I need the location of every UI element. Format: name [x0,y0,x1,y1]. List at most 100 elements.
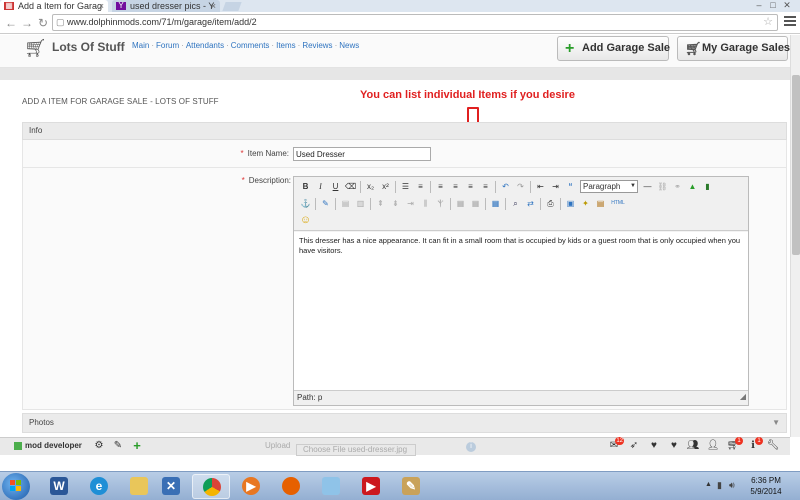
emoticon-icon[interactable]: ☺ [299,214,312,227]
volume-icon[interactable]: 🔊︎ [729,480,735,491]
merge-cells-icon[interactable]: ▦ [469,197,482,210]
replace-icon[interactable]: ⇄ [524,197,537,210]
unlink-icon[interactable]: ⚭ [671,180,684,193]
item-name-input[interactable] [293,147,431,161]
underline-icon[interactable]: U [329,180,342,193]
clock-date[interactable]: 5/9/2014 [740,487,792,496]
html-icon[interactable]: HTML [609,197,627,210]
new-tab-button[interactable] [222,2,242,11]
insert-row-before-icon[interactable]: ⇞ [374,197,387,210]
table-icon[interactable]: ▤ [339,197,352,210]
nav-comments[interactable]: Comments [231,41,270,50]
friends-icon[interactable]: 👥︎ [686,439,700,453]
delete-col-icon[interactable]: Ⲯ [434,197,447,210]
tab-close-icon[interactable]: × [99,0,104,12]
nav-news[interactable]: News [339,41,359,50]
align-left-icon[interactable]: ≡ [434,180,447,193]
undo-icon[interactable]: ↶ [499,180,512,193]
blockquote-icon[interactable]: “ [564,180,577,193]
format-select[interactable]: Paragraph ▼ [580,180,638,193]
reload-icon[interactable]: ↻ [36,16,50,30]
nav-attendants[interactable]: Attendants [186,41,224,50]
user-name[interactable]: mod developer [25,441,82,450]
bold-icon[interactable]: B [299,180,312,193]
insert-col-icon[interactable]: ⫼ [419,197,432,210]
numbered-list-icon[interactable]: ≡ [414,180,427,193]
scrollbar-thumb[interactable] [792,75,800,255]
start-button[interactable] [2,473,30,500]
minimize-icon[interactable]: – [752,0,766,10]
mail-icon[interactable]: ✉ 12 [607,437,624,453]
file-chooser[interactable]: Choose File used-dresser.jpg [296,444,416,456]
outdent-icon[interactable]: ⇤ [534,180,547,193]
tab-close-icon[interactable]: × [211,0,216,12]
print-icon[interactable]: ⎙ [544,197,557,210]
browser-tab[interactable]: Y used dresser pics - Y × [112,0,220,12]
browser-menu-icon[interactable] [784,16,796,28]
browser-tab-active[interactable]: ▦ Add a Item for Garag × [0,0,108,12]
taskbar-paint[interactable]: ✎ [392,474,430,499]
taskbar-firefox[interactable] [272,474,310,499]
add-icon[interactable]: + [130,439,144,453]
info-section-header[interactable]: Info [22,122,787,140]
align-justify-icon[interactable]: ≡ [479,180,492,193]
forward-arrow-icon[interactable]: → [20,16,34,30]
cart-icon[interactable]: 🛒︎ 1 [726,437,743,453]
tray-expand-icon[interactable]: ▲ [705,481,712,488]
insert-row-after-icon[interactable]: ⇟ [389,197,402,210]
media-icon[interactable]: ▮ [701,180,714,193]
align-center-icon[interactable]: ≡ [449,180,462,193]
bookmark-star-icon[interactable]: ☆ [763,15,773,30]
photos-section-header[interactable]: Photos ▼ [22,413,787,433]
description-editor-body[interactable]: This dresser has a nice appearance. It c… [294,232,748,390]
heart-icon[interactable]: ♥ [647,439,661,453]
heart-icon[interactable]: ♥ [667,439,681,453]
italic-icon[interactable]: I [314,180,327,193]
table-props-icon[interactable]: ▥ [354,197,367,210]
back-arrow-icon[interactable]: ← [4,16,18,30]
info-icon[interactable]: ℹ1 [746,437,763,453]
nav-forum[interactable]: Forum [156,41,179,50]
add-garage-sale-button[interactable]: + Add Garage Sale [557,36,670,61]
bullet-list-icon[interactable]: ☰ [399,180,412,193]
delete-row-icon[interactable]: ⇥ [404,197,417,210]
taskbar-notes[interactable] [312,474,350,499]
align-right-icon[interactable]: ≡ [464,180,477,193]
bird-icon[interactable]: ➶ [627,439,641,453]
info-icon[interactable]: i [466,442,476,452]
superscript-icon[interactable]: x² [379,180,392,193]
redo-icon[interactable]: ↷ [514,180,527,193]
subscript-icon[interactable]: x₂ [364,180,377,193]
page-scrollbar[interactable] [790,35,800,437]
insert-table-icon[interactable]: ▦ [489,197,502,210]
resize-handle-icon[interactable]: ◢ [740,390,746,404]
taskbar-app[interactable]: ✕ [152,474,190,499]
taskbar-ie[interactable]: e [80,474,118,499]
my-garage-sales-button[interactable]: 🛒︎ My Garage Sales [677,36,790,61]
clear-format-icon[interactable]: ⌫ [344,180,357,193]
edit-icon[interactable]: ✎ [111,439,125,453]
indent-icon[interactable]: ⇥ [549,180,562,193]
close-window-icon[interactable]: ✕ [780,0,794,11]
user-icon[interactable]: 👤︎ [706,439,720,453]
nav-main[interactable]: Main [132,41,149,50]
nav-items[interactable]: Items [276,41,296,50]
taskbar-word[interactable]: W [40,474,78,499]
preview-icon[interactable]: ▣ [564,197,577,210]
anchor-icon[interactable]: ⚓ [299,197,312,210]
gear-icon[interactable]: ⚙ [92,439,106,453]
clock-time[interactable]: 6:36 PM [740,476,792,485]
horizontal-rule-icon[interactable]: — [641,180,654,193]
split-cells-icon[interactable]: ▦ [454,197,467,210]
taskbar-media[interactable]: ▶ [232,474,270,499]
taskbar-chrome[interactable] [192,474,230,499]
maximize-icon[interactable]: □ [766,0,780,10]
nav-reviews[interactable]: Reviews [302,41,332,50]
address-bar[interactable]: ▢ www.dolphinmods.com/71/m/garage/item/a… [52,14,778,31]
link-icon[interactable]: ⛓ [656,180,669,193]
insert-media-icon[interactable]: ▤ [594,197,607,210]
wrench-icon[interactable]: 🔧︎ [766,439,780,453]
find-icon[interactable]: ⌕ [509,197,522,210]
network-icon[interactable]: ▮ [717,480,722,491]
image-icon[interactable]: ▲ [686,180,699,193]
